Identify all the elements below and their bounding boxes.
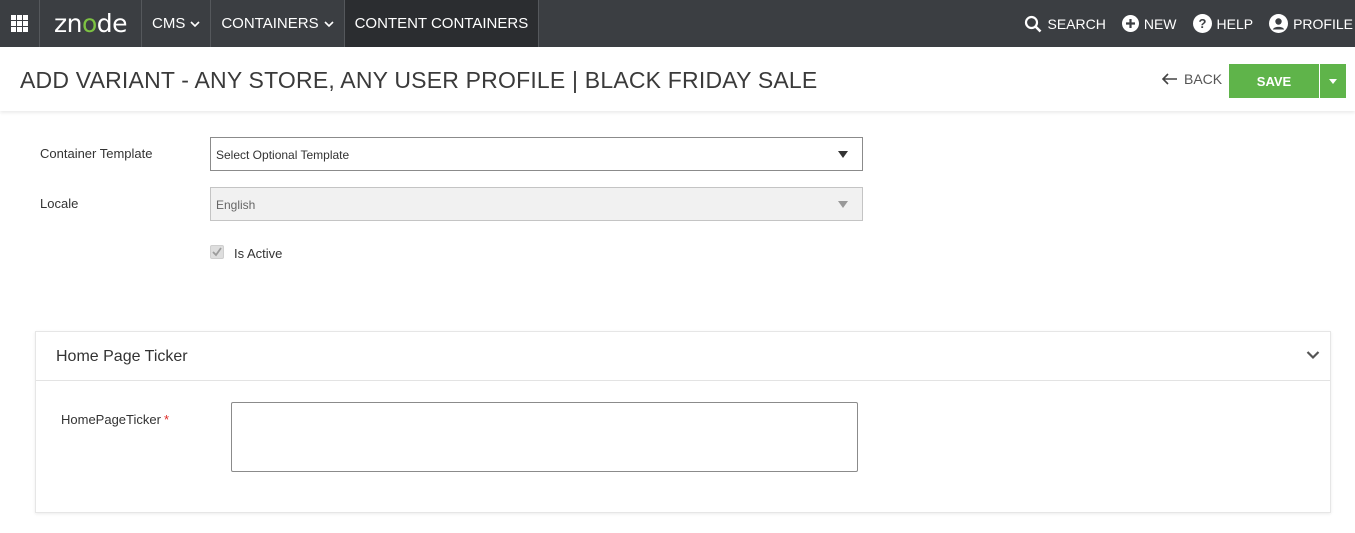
- search-button[interactable]: SEARCH: [1024, 15, 1106, 33]
- apps-menu-button[interactable]: [0, 0, 40, 47]
- new-label: NEW: [1143, 15, 1177, 32]
- chevron-down-icon[interactable]: [1306, 350, 1320, 360]
- nav-cms[interactable]: CMS: [142, 0, 212, 47]
- is-active-checkbox: [210, 245, 224, 259]
- container-template-value: Select Optional Template: [216, 148, 350, 162]
- nav-containers[interactable]: CONTAINERS: [211, 0, 345, 47]
- caret-down-icon: [1329, 78, 1337, 84]
- caret-down-icon: [838, 151, 848, 158]
- profile-button[interactable]: PROFILE: [1269, 14, 1353, 33]
- home-page-ticker-input[interactable]: [231, 402, 858, 472]
- logo[interactable]: zn o de: [40, 0, 142, 47]
- nav-cms-label: CMS: [152, 15, 186, 32]
- grid-icon: [11, 15, 28, 32]
- home-page-ticker-label: HomePageTicker *: [61, 412, 169, 427]
- locale-select: English: [210, 187, 863, 221]
- user-icon: [1269, 14, 1289, 33]
- help-icon: ?: [1192, 14, 1212, 33]
- top-nav: zn o de CMS CONTAINERS CONTENT CONTAINERS …: [0, 0, 1355, 47]
- chevron-down-icon: [190, 20, 200, 27]
- back-label: BACK: [1184, 71, 1223, 87]
- home-page-ticker-label-text: HomePageTicker: [61, 412, 161, 427]
- plus-circle-icon: [1121, 15, 1139, 32]
- home-page-ticker-panel: Home Page Ticker HomePageTicker *: [35, 331, 1331, 513]
- locale-label: Locale: [40, 196, 79, 211]
- help-button[interactable]: ? HELP: [1192, 14, 1254, 33]
- container-template-select[interactable]: Select Optional Template: [210, 137, 863, 171]
- save-options-button[interactable]: [1320, 64, 1346, 98]
- chevron-down-icon: [324, 20, 334, 27]
- nav-containers-label: CONTAINERS: [221, 15, 319, 32]
- locale-value: English: [216, 198, 256, 212]
- profile-label: PROFILE: [1293, 15, 1353, 32]
- page-title: ADD VARIANT - ANY STORE, ANY USER PROFIL…: [20, 67, 818, 93]
- search-icon: [1025, 15, 1042, 32]
- nav-content-containers[interactable]: CONTENT CONTAINERS: [344, 0, 540, 47]
- new-button[interactable]: NEW: [1121, 15, 1177, 32]
- save-button[interactable]: SAVE: [1229, 64, 1319, 98]
- arrow-left-icon: [1162, 73, 1177, 85]
- panel-title: Home Page Ticker: [56, 348, 188, 365]
- caret-down-icon: [838, 201, 848, 208]
- is-active-label: Is Active: [234, 246, 283, 261]
- help-label: HELP: [1216, 15, 1254, 32]
- page-header: ADD VARIANT - ANY STORE, ANY USER PROFIL…: [0, 47, 1355, 111]
- back-button[interactable]: BACK: [1162, 71, 1222, 87]
- panel-header[interactable]: Home Page Ticker: [36, 332, 1330, 381]
- nav-content-containers-label: CONTENT CONTAINERS: [354, 15, 529, 32]
- search-label: SEARCH: [1047, 15, 1106, 32]
- svg-text:?: ?: [1198, 16, 1206, 31]
- check-icon: [212, 247, 222, 257]
- container-template-label: Container Template: [40, 146, 153, 161]
- required-marker: *: [163, 412, 170, 427]
